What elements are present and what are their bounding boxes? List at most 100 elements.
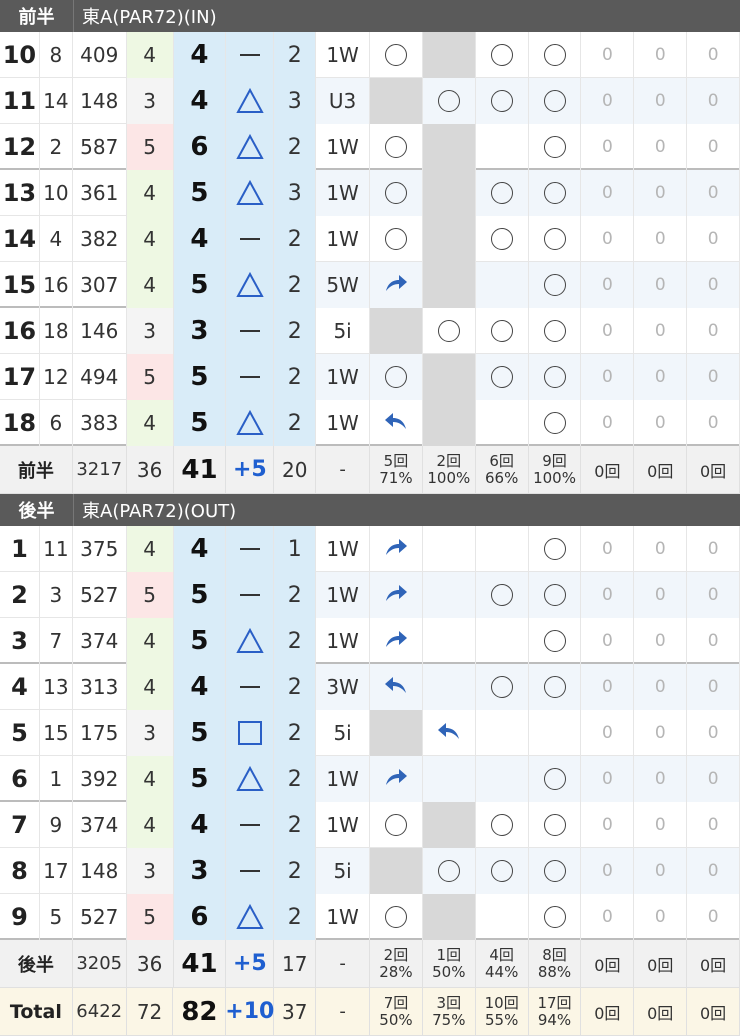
zero-count: 0 (634, 400, 688, 446)
hole-row: 10 8 409 4 4 2 1W 0 0 0 (0, 32, 740, 78)
stat-count: 10回 (484, 993, 519, 1012)
hole-row: 2 3 527 5 5 2 1W 0 0 0 (0, 572, 740, 618)
hole-row: 5 15 175 3 5 2 5i 0 0 0 (0, 710, 740, 756)
handicap-value: 12 (40, 354, 73, 400)
putt-count: 2 (274, 802, 317, 848)
stat-percent: 44% (484, 962, 519, 981)
zero-count: 0 (687, 78, 740, 124)
handicap-value: 16 (40, 262, 73, 308)
stat-count: 4回 (489, 945, 514, 964)
yardage-value: 146 (73, 308, 127, 354)
back-summary-row: 後半 3205 36 41 +5 17-2回 28% 1回 50% 4回 44% 8回 88% 0回 0回 0… (0, 940, 740, 988)
circle-mark-icon (543, 44, 566, 66)
front-section-header: 前半 東A(PAR72)(IN) (0, 0, 740, 32)
hole-row: 6 1 392 4 5 2 1W 0 0 0 (0, 756, 740, 802)
green-on-cell (422, 262, 476, 308)
stat-count: 5回 (383, 451, 409, 470)
fairway-keep-cell (370, 354, 423, 400)
dash-mark-icon (236, 811, 264, 839)
zero-count: 0 (581, 308, 635, 354)
zero-count: 0 (634, 216, 688, 262)
putt-count: 2 (274, 618, 317, 664)
zero-count: 0 (581, 216, 635, 262)
score-mark (226, 124, 275, 170)
zero-count: 0 (634, 124, 688, 170)
score-value: 5 (173, 710, 227, 756)
green-on-cell (423, 710, 476, 756)
bogey-on-cell (528, 170, 582, 216)
par-value: 4 (126, 32, 174, 78)
back-section-header: 後半 東A(PAR72)(OUT) (0, 494, 740, 526)
putt-count: 2 (274, 32, 317, 78)
circle-mark-icon (543, 320, 566, 342)
par-value: 4 (126, 526, 174, 572)
zero-count: 0 (581, 32, 635, 78)
summary-stat: 7回 50% (370, 988, 423, 1035)
yardage-value: 148 (73, 78, 127, 124)
handicap-value: 9 (40, 802, 73, 848)
score-value: 4 (173, 32, 227, 78)
stat-count: 6回 (489, 451, 514, 470)
zero-count: 0 (634, 572, 688, 618)
dash-mark-icon (236, 535, 264, 563)
hole-row: 17 12 494 5 5 2 1W 0 0 0 (0, 354, 740, 400)
handicap-value: 2 (40, 124, 73, 170)
tee-club: 1W (316, 354, 371, 400)
par-on-cell (476, 400, 529, 446)
total-row: Total 6422 72 82 +10 37-7回 50% 3回 75% 10回 55% 17回 94… (0, 988, 740, 1036)
stat-count: 2回 (436, 451, 462, 470)
circle-mark-icon (490, 366, 513, 388)
zero-count: 0 (687, 308, 740, 354)
stat-percent: 100% (533, 468, 576, 487)
tee-club: 1W (316, 618, 371, 664)
course-name: 東A(PAR72)(OUT) (82, 501, 237, 522)
score-mark (226, 710, 275, 756)
score-mark (226, 848, 275, 894)
yardage-value: 494 (73, 354, 127, 400)
par-on-cell (475, 756, 529, 802)
tee-club: 1W (316, 400, 371, 446)
zero-count: 0 (634, 78, 688, 124)
hole-row: 3 7 374 4 5 2 1W 0 0 0 (0, 618, 740, 664)
putt-count: 2 (274, 262, 317, 308)
green-on-cell (422, 170, 476, 216)
tee-club: U3 (316, 78, 371, 124)
circle-mark-icon (384, 44, 407, 66)
zero-count: 0 (581, 664, 635, 710)
zero-count: 0 (581, 848, 635, 894)
curve-left-arrow-icon (383, 410, 409, 436)
putt-count: 2 (274, 400, 317, 446)
putt-count: 2 (274, 848, 317, 894)
zero-count: 0 (687, 802, 740, 848)
putt-count: 2 (274, 354, 317, 400)
tee-club: 5i (316, 308, 371, 354)
circle-mark-icon (490, 676, 513, 698)
par-value: 4 (126, 216, 174, 262)
triangle-mark-icon (236, 627, 264, 655)
par-on-cell (475, 262, 529, 308)
handicap-value: 10 (40, 170, 73, 216)
triangle-mark-icon (236, 903, 264, 931)
summary-zero-count: 0回 (581, 988, 635, 1035)
yardage-value: 361 (73, 170, 127, 216)
score-value: 5 (173, 756, 227, 802)
bogey-on-cell (528, 572, 582, 618)
stat-percent: 50% (432, 962, 466, 981)
summary-stat: 2回 100% (423, 446, 476, 493)
zero-count: 0 (634, 526, 688, 572)
bogey-on-cell (529, 400, 582, 446)
handicap-value: 7 (40, 618, 73, 664)
zero-count: 0 (581, 572, 635, 618)
triangle-mark-icon (236, 87, 264, 115)
summary-stat: 1回 50% (423, 940, 476, 987)
zero-count: 0 (687, 32, 740, 78)
bogey-on-cell (529, 216, 582, 262)
summary-zero-count: 0回 (687, 940, 740, 987)
summary-score: 41 (174, 940, 227, 987)
curve-right-arrow-icon (383, 628, 409, 654)
green-on-cell (423, 308, 476, 354)
section-label: 後半 (0, 494, 74, 526)
par-value: 4 (126, 756, 174, 802)
circle-mark-icon (490, 228, 513, 250)
putt-count: 2 (274, 710, 317, 756)
